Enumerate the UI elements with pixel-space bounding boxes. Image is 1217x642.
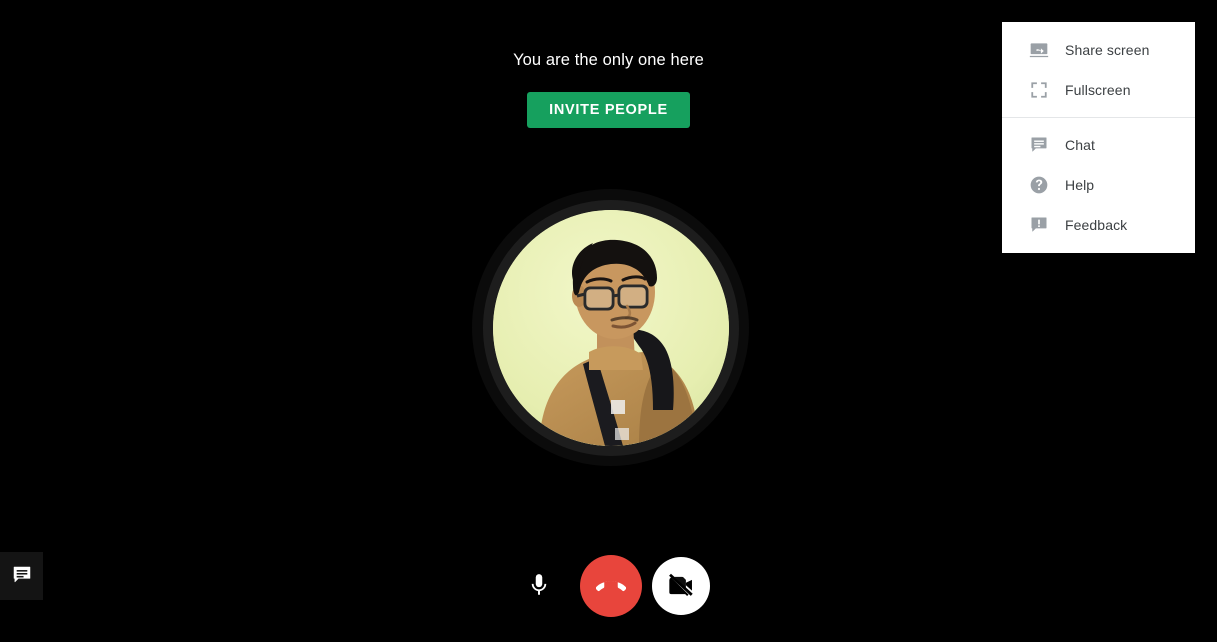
menu-item-label: Help xyxy=(1065,177,1095,193)
menu-item-share-screen[interactable]: Share screen xyxy=(1002,30,1195,70)
hangup-button[interactable] xyxy=(579,555,642,617)
video-camera-off-icon xyxy=(667,571,695,602)
menu-divider xyxy=(1002,117,1195,118)
menu-item-chat[interactable]: Chat xyxy=(1002,125,1195,165)
menu-item-label: Fullscreen xyxy=(1065,82,1131,98)
menu-item-label: Chat xyxy=(1065,137,1095,153)
chat-panel-toggle[interactable] xyxy=(0,552,43,600)
chat-bubble-icon xyxy=(11,564,33,589)
phone-hangup-icon xyxy=(595,570,626,603)
avatar-photo xyxy=(492,209,729,446)
call-controls xyxy=(0,554,1217,618)
menu-item-fullscreen[interactable]: Fullscreen xyxy=(1002,70,1195,110)
camera-button[interactable] xyxy=(651,557,710,615)
feedback-icon xyxy=(1028,214,1050,236)
menu-item-feedback[interactable]: Feedback xyxy=(1002,205,1195,245)
microphone-button[interactable] xyxy=(508,555,570,617)
menu-item-label: Share screen xyxy=(1065,42,1150,58)
fullscreen-icon xyxy=(1028,79,1050,101)
video-call-screen: You are the only one here INVITE PEOPLE xyxy=(0,0,1217,642)
share-screen-icon xyxy=(1028,39,1050,61)
menu-item-help[interactable]: Help xyxy=(1002,165,1195,205)
help-circle-icon xyxy=(1028,174,1050,196)
invite-people-button[interactable]: INVITE PEOPLE xyxy=(527,92,690,128)
microphone-icon xyxy=(526,572,552,601)
chat-icon xyxy=(1028,134,1050,156)
menu-item-label: Feedback xyxy=(1065,217,1128,233)
avatar xyxy=(472,189,749,466)
overflow-menu: Share screen Fullscreen Chat Help Feedba… xyxy=(1002,22,1195,253)
avatar-ring xyxy=(482,199,739,456)
